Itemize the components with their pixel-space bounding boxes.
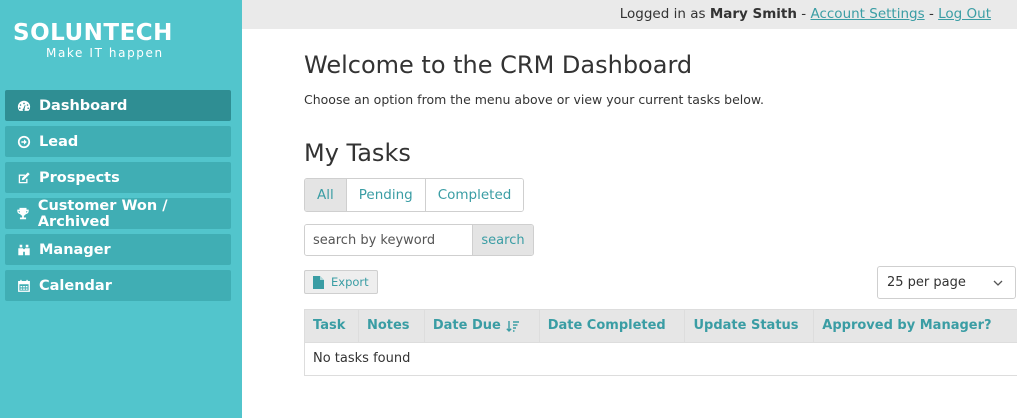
sidebar-item-label: Manager [39,241,111,258]
column-header-task[interactable]: Task [305,310,359,342]
table-empty-row: No tasks found [313,351,411,366]
tab-completed[interactable]: Completed [425,179,524,211]
sidebar-item-calendar[interactable]: Calendar [5,270,231,301]
separator: - [801,6,807,22]
sidebar-item-dashboard[interactable]: Dashboard [5,90,231,121]
sidebar-item-customer-won-archived[interactable]: Customer Won / Archived [5,197,231,230]
column-header-date-completed[interactable]: Date Completed [540,310,686,342]
sort-desc-icon [506,320,519,333]
trophy-icon [15,207,32,221]
sidebar-item-label: Lead [39,133,79,150]
tab-all[interactable]: All [305,179,347,211]
chevron-down-icon [993,280,1003,286]
page-subtitle: Choose an option from the menu above or … [304,92,764,107]
tab-pending[interactable]: Pending [346,179,426,211]
logout-link[interactable]: Log Out [938,6,991,22]
dashboard-icon [15,99,33,113]
my-tasks-title: My Tasks [304,139,411,167]
sidebar-item-manager[interactable]: Manager [5,234,231,265]
tasks-table: Task Notes Date Due Date Completed Updat… [304,309,1017,376]
edit-icon [15,171,33,185]
per-page-value: 25 per page [887,275,966,290]
search-button[interactable]: search [472,225,533,255]
logged-in-label: Logged in as [619,6,706,22]
sidebar: SOLUNTECH Make IT happen Dashboard Lead … [0,0,242,418]
column-header-approved-by-manager[interactable]: Approved by Manager? [814,310,1017,342]
column-header-notes[interactable]: Notes [359,310,425,342]
account-settings-link[interactable]: Account Settings [810,6,924,22]
separator: - [928,6,934,22]
arrow-circle-icon [15,135,33,149]
search-input[interactable] [305,225,472,255]
user-name: Mary Smith [709,6,797,22]
sidebar-item-label: Calendar [39,277,112,294]
sidebar-item-lead[interactable]: Lead [5,126,231,157]
column-header-update-status[interactable]: Update Status [685,310,815,342]
brand-name: SOLUNTECH [13,20,173,46]
export-label: Export [331,275,369,289]
calendar-icon [15,279,33,293]
table-header: Task Notes Date Due Date Completed Updat… [305,310,1017,343]
sidebar-menu: Dashboard Lead Prospects Customer Won / … [5,90,231,306]
sidebar-item-label: Customer Won / Archived [37,197,168,230]
binoculars-icon [15,243,33,257]
task-filter-tabs: All Pending Completed [304,178,525,212]
page-title: Welcome to the CRM Dashboard [304,51,693,79]
brand-logo[interactable]: SOLUNTECH Make IT happen [13,20,173,60]
file-icon [313,275,324,289]
column-header-date-due[interactable]: Date Due [425,310,540,342]
per-page-select[interactable]: 25 per page [877,266,1016,299]
user-info: Logged in as Mary Smith - Account Settin… [620,6,991,22]
search-group: search [304,224,534,256]
sidebar-item-label: Dashboard [39,97,128,114]
top-bar: Logged in as Mary Smith - Account Settin… [242,0,1017,29]
brand-tagline: Make IT happen [46,46,164,60]
sidebar-item-prospects[interactable]: Prospects [5,162,231,193]
export-button[interactable]: Export [304,270,378,294]
sidebar-item-label: Prospects [39,169,120,186]
